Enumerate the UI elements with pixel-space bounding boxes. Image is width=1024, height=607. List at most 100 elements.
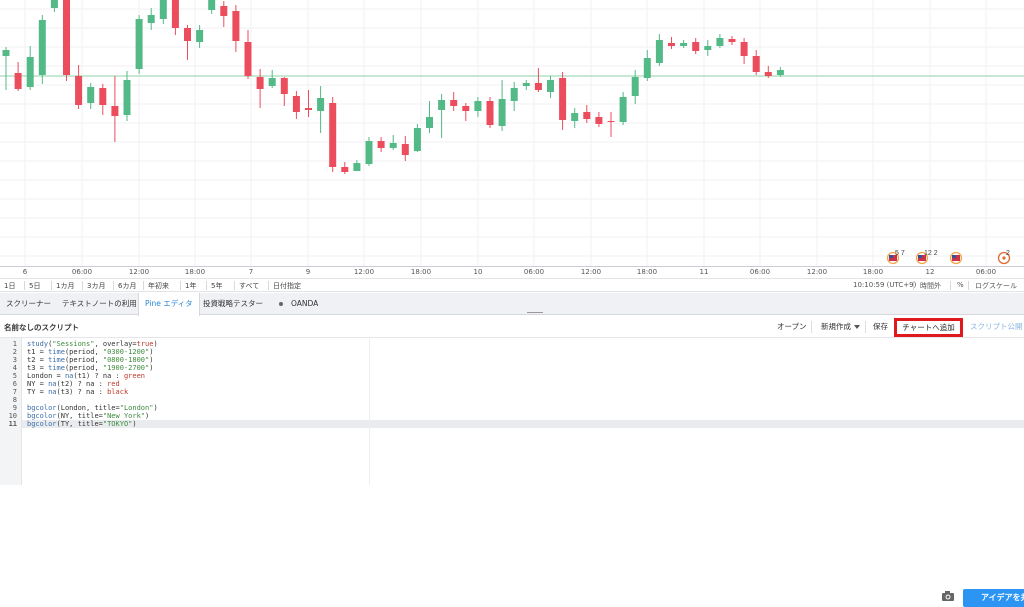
candle-body	[643, 58, 651, 78]
range-button[interactable]: 5年	[211, 281, 222, 291]
range-button[interactable]: 1年	[185, 281, 196, 291]
time-tick-label: 18:00	[862, 268, 884, 276]
candle	[643, 50, 651, 81]
candle-body	[413, 128, 421, 151]
add-to-chart-button[interactable]: チャートへ追加	[894, 318, 963, 337]
candle	[631, 70, 639, 104]
time-axis: 6 06:00 12:00 18:00 7 9 12:00 18:00 10 06:00 12:00…	[0, 266, 1024, 278]
candle	[268, 70, 276, 88]
candle-body	[462, 106, 470, 111]
range-button[interactable]: 6カ月	[118, 281, 136, 291]
price-chart[interactable]: 5 7 12 2 2	[0, 0, 1024, 266]
candle-body	[292, 96, 300, 112]
code-line[interactable]: bgcolor(TY, title="TOKYO")	[27, 420, 137, 428]
tab-screener[interactable]: スクリーナー	[0, 293, 57, 315]
candle	[716, 34, 724, 48]
script-title: 名前なしのスクリプト	[4, 323, 79, 332]
code-line[interactable]: bgcolor(NY, title="New York")	[27, 412, 149, 420]
candle	[474, 97, 482, 117]
clock-readout: 10:10:59 (UTC+9)	[853, 281, 917, 289]
us-flag-icon[interactable]: 5 7	[886, 250, 905, 265]
code-line[interactable]: study("Sessions", overlay=true)	[27, 340, 158, 348]
range-button[interactable]: 5日	[29, 281, 40, 291]
candle	[522, 80, 530, 90]
candle-body	[171, 0, 179, 28]
line-number: 5	[12, 372, 17, 380]
event-icon[interactable]: 2	[997, 250, 1011, 265]
code-line[interactable]: London = na(t1) ? na : green	[27, 372, 145, 380]
candle-body	[389, 143, 397, 148]
range-button[interactable]: 1日	[4, 281, 15, 291]
candle	[462, 103, 470, 121]
range-button[interactable]: 年初来	[148, 281, 169, 291]
open-button[interactable]: オープン	[777, 316, 807, 338]
us-flag-icon[interactable]	[949, 251, 963, 265]
line-number-gutter: 1 2 3 4 5 6 7 8 9 10 11	[0, 338, 22, 485]
range-divider	[234, 281, 235, 290]
share-idea-button[interactable]: アイデアを共有	[963, 589, 1024, 607]
candle	[75, 65, 83, 109]
candle	[534, 68, 542, 92]
candle-body	[559, 78, 567, 120]
candle-body	[450, 100, 458, 106]
percent-toggle[interactable]: %	[957, 281, 964, 289]
candlestick-chart[interactable]: 5 7 12 2 2	[0, 0, 1024, 266]
range-button[interactable]: 日付指定	[273, 281, 301, 291]
code-line[interactable]: NY = na(t2) ? na : red	[27, 380, 120, 388]
tab-text-notes[interactable]: テキストノートの利用	[56, 293, 143, 315]
candle-body	[377, 141, 385, 148]
code-line[interactable]: t1 = time(period, "0300-1200")	[27, 348, 153, 356]
time-tick-label: 06:00	[749, 268, 771, 276]
code-line[interactable]: TY = na(t3) ? na : black	[27, 388, 128, 396]
candle-body	[740, 42, 748, 56]
candle	[63, 0, 70, 81]
candle-body	[184, 28, 191, 41]
new-script-dropdown[interactable]: 新規作成	[821, 316, 860, 338]
status-divider	[950, 281, 951, 290]
candle-body	[522, 83, 530, 86]
candle-body	[26, 57, 34, 87]
save-button[interactable]: 保存	[873, 316, 888, 338]
candle	[510, 82, 518, 111]
candle	[147, 8, 155, 30]
candle-body	[111, 106, 119, 116]
publish-script-button[interactable]: スクリプト公開	[970, 316, 1023, 338]
candle	[292, 91, 300, 119]
time-tick-label: 12:00	[580, 268, 602, 276]
tab-pine-editor[interactable]: Pine エディタ	[138, 293, 200, 316]
code-line[interactable]: t2 = time(period, "0800-1800")	[27, 356, 153, 364]
line-number: 6	[12, 380, 17, 388]
log-scale-toggle[interactable]: ログスケール	[975, 281, 1017, 291]
status-divider	[913, 281, 914, 290]
candle	[692, 38, 700, 54]
session-toggle[interactable]: 時間外	[920, 281, 941, 291]
camera-icon[interactable]	[941, 590, 955, 602]
time-tick-label: 12:00	[806, 268, 828, 276]
us-flag-icon[interactable]: 12 2	[915, 250, 938, 265]
code-line[interactable]: bgcolor(London, title="London")	[27, 404, 158, 412]
candle-body	[50, 0, 58, 8]
candle	[571, 108, 579, 128]
code-editor[interactable]: 1 2 3 4 5 6 7 8 9 10 11 study("Sessions", overlay=…	[0, 338, 1024, 485]
candle	[99, 84, 107, 115]
candle	[220, 1, 228, 27]
tab-oanda[interactable]: OANDA	[273, 293, 324, 315]
candle-body	[123, 80, 131, 115]
candle-body	[704, 46, 712, 50]
candle	[498, 80, 506, 131]
chevron-down-icon	[854, 325, 860, 329]
tab-strategy-tester[interactable]: 投資戦略テスター	[197, 293, 269, 315]
range-button[interactable]: 1カ月	[56, 281, 74, 291]
candle	[171, 0, 179, 35]
range-divider	[24, 281, 25, 290]
candle	[547, 76, 554, 98]
candle-body	[220, 6, 228, 16]
range-button[interactable]: すべて	[239, 281, 259, 291]
toolbar-divider	[811, 321, 812, 333]
candle-body	[571, 113, 579, 121]
candle-body	[87, 87, 95, 103]
candle-body	[353, 163, 361, 171]
range-button[interactable]: 3カ月	[87, 281, 105, 291]
candle-body	[75, 76, 83, 105]
code-line[interactable]: t3 = time(period, "1900-2700")	[27, 364, 153, 372]
